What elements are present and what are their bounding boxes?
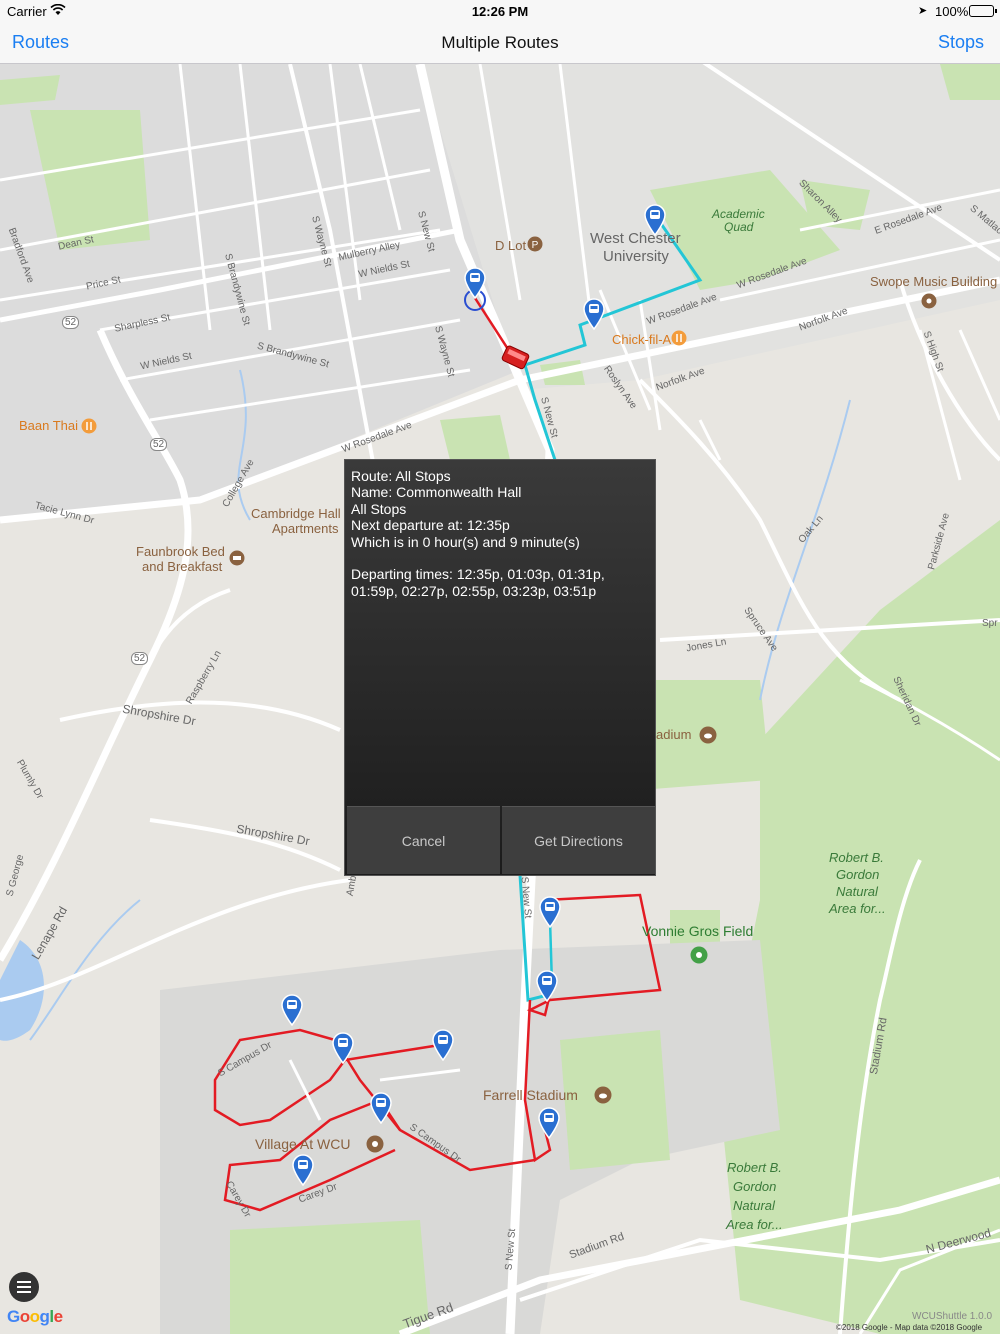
- battery-icon: [969, 5, 997, 17]
- route-52-shield: 52: [131, 652, 149, 665]
- svg-text:P: P: [532, 240, 539, 251]
- menu-icon[interactable]: [9, 1272, 39, 1302]
- bus-stop-pin-icon[interactable]: [538, 896, 562, 928]
- poi-cambridge-2: Apartments: [272, 521, 339, 536]
- bus-stop-pin-icon[interactable]: [537, 1107, 561, 1139]
- poi-farrell-stadium: Farrell Stadium: [483, 1087, 578, 1103]
- stadium-icon: [594, 1086, 612, 1104]
- route-line: Route: All Stops: [351, 468, 451, 484]
- poi-d-lot: D Lot: [495, 238, 527, 253]
- poi-robert-gordon-3a: Natural: [836, 884, 878, 899]
- location-arrow-icon: ➤: [918, 5, 928, 17]
- time-until-line: Which is in 0 hour(s) and 9 minute(s): [351, 533, 580, 550]
- stop-info-dialog: Route: All Stops Name: Commonwealth Hall…: [344, 459, 656, 876]
- bus-stop-pin-icon[interactable]: [643, 204, 667, 236]
- bus-stop-pin-icon[interactable]: [291, 1154, 315, 1186]
- street-spr: Spr: [982, 618, 998, 629]
- parking-icon: P: [527, 236, 543, 252]
- restaurant-icon: [81, 418, 97, 434]
- poi-stadium: adium: [656, 727, 692, 742]
- bus-stop-pin-icon[interactable]: [369, 1092, 393, 1124]
- poi-robert-gordon-2b: Gordon: [733, 1179, 777, 1194]
- route-52-shield: 52: [62, 316, 80, 329]
- bus-stop-pin-icon[interactable]: [535, 970, 559, 1002]
- poi-robert-gordon-4b: Area for...: [726, 1217, 783, 1232]
- route-52-shield: 52: [150, 438, 168, 451]
- bus-stop-pin-icon[interactable]: [280, 994, 304, 1026]
- poi-robert-gordon-4a: Area for...: [829, 901, 886, 916]
- bus-stop-pin-icon[interactable]: [582, 298, 606, 330]
- navigation-bar: Routes Multiple Routes Stops: [0, 22, 1000, 64]
- poi-vonnie-gros: Vonnie Gros Field: [642, 923, 754, 939]
- bus-stop-pin-icon[interactable]: [463, 267, 487, 299]
- poi-academic-quad-2: Quad: [724, 220, 754, 234]
- lodging-icon: [229, 550, 245, 566]
- poi-baan-thai: Baan Thai: [19, 418, 79, 433]
- poi-robert-gordon-3b: Natural: [733, 1198, 775, 1213]
- stops-button[interactable]: Stops: [938, 32, 984, 53]
- get-directions-button[interactable]: Get Directions: [502, 806, 655, 874]
- housing-icon: [366, 1135, 384, 1153]
- next-departure-line: Next departure at: 12:35p: [351, 517, 510, 534]
- poi-village-wcu: Village At WCU: [255, 1136, 351, 1152]
- google-logo: Google: [7, 1307, 63, 1326]
- app-version: WCUShuttle 1.0.0: [912, 1311, 993, 1322]
- poi-robert-gordon-1b: Robert B.: [727, 1160, 782, 1175]
- field-icon: [690, 946, 708, 964]
- bus-stop-pin-icon[interactable]: [331, 1032, 355, 1064]
- page-title: Multiple Routes: [441, 33, 559, 52]
- poi-robert-gordon-2a: Gordon: [836, 867, 880, 882]
- route-group-line: All Stops: [351, 500, 407, 517]
- bus-stop-pin-icon[interactable]: [431, 1029, 455, 1061]
- poi-cambridge-1: Cambridge Hall: [251, 506, 341, 521]
- poi-wcu-2: University: [603, 248, 669, 265]
- poi-academic-quad-1: Academic: [712, 207, 765, 221]
- music-building-icon: [921, 293, 937, 309]
- stop-info-text: Route: All Stops Name: Commonwealth Hall…: [351, 468, 651, 599]
- poi-swope: Swope Music Building: [870, 274, 998, 289]
- status-bar: Carrier 12:26 PM ➤ 100%: [0, 0, 1000, 22]
- departing-times-line: Departing times: 12:35p, 01:03p, 01:31p,…: [351, 566, 609, 599]
- poi-robert-gordon-1a: Robert B.: [829, 850, 884, 865]
- poi-chick-fil-a: Chick-fil-A: [612, 332, 672, 347]
- cancel-button[interactable]: Cancel: [347, 806, 500, 874]
- dialog-buttons: Cancel Get Directions: [347, 806, 655, 874]
- poi-faunbrook-2: and Breakfast: [142, 559, 223, 574]
- restaurant-icon: [671, 330, 687, 346]
- poi-wcu-1: West Chester: [590, 230, 681, 247]
- stadium-icon: [699, 726, 717, 744]
- battery-percent: 100%: [935, 4, 969, 19]
- stop-name-line: Name: Commonwealth Hall: [351, 484, 522, 501]
- clock: 12:26 PM: [471, 4, 529, 19]
- poi-faunbrook-1: Faunbrook Bed: [136, 544, 225, 559]
- map-copyright: ©2018 Google - Map data ©2018 Google: [836, 1323, 983, 1332]
